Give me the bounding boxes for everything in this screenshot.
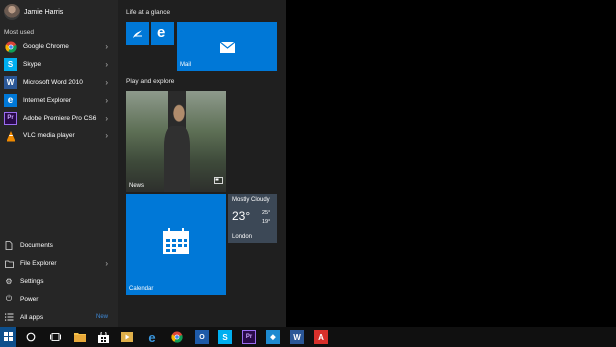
skype-taskbar-icon[interactable]: S <box>218 330 232 344</box>
tile-store-small[interactable] <box>126 22 149 45</box>
chevron-right-icon[interactable]: › <box>105 96 108 105</box>
power-label: Power <box>20 295 39 303</box>
user-account[interactable]: Jamie Harris <box>0 0 118 24</box>
start-menu: Jamie Harris Most used Google Chrome › S… <box>0 0 286 327</box>
most-used-heading: Most used <box>4 29 34 36</box>
file-explorer-label: File Explorer <box>20 260 57 268</box>
documents-item[interactable]: Documents <box>0 237 118 255</box>
user-name: Jamie Harris <box>24 8 64 16</box>
cortana-icon[interactable] <box>24 330 38 344</box>
chevron-right-icon[interactable]: › <box>105 114 108 123</box>
windows-logo-icon <box>3 328 13 346</box>
app-label: VLC media player <box>23 132 75 140</box>
weather-low: 19° <box>262 219 271 225</box>
avatar <box>4 4 20 20</box>
chevron-right-icon[interactable]: › <box>105 42 108 51</box>
news-tile-label: News <box>129 183 145 189</box>
app-item-microsoft-word[interactable]: W Microsoft Word 2010 › <box>0 74 118 92</box>
calendar-tile-label: Calendar <box>129 286 154 292</box>
file-explorer-item[interactable]: File Explorer › <box>0 255 118 273</box>
start-menu-left-column: Jamie Harris Most used Google Chrome › S… <box>0 0 118 327</box>
premiere-icon: Pr <box>4 111 17 125</box>
file-explorer-taskbar-icon[interactable] <box>73 330 87 344</box>
tile-weather[interactable]: Mostly Cloudy 23° 25° 19° London <box>228 194 277 243</box>
chrome-icon <box>4 40 17 53</box>
tile-edge-small[interactable]: e <box>151 22 174 45</box>
chrome-taskbar-icon[interactable] <box>170 330 184 344</box>
store-icon <box>131 27 144 45</box>
settings-label: Settings <box>20 277 44 285</box>
store-taskbar-icon[interactable] <box>96 330 110 344</box>
tile-news[interactable]: News <box>126 91 226 192</box>
skype-icon: S <box>4 58 17 72</box>
folder-icon <box>4 259 14 269</box>
internet-explorer-icon: e <box>4 93 17 107</box>
weather-high: 25° <box>262 210 271 216</box>
word-icon: W <box>4 75 17 89</box>
tile-mail[interactable]: Mail <box>177 22 277 71</box>
weather-temperature: 23° <box>232 209 251 223</box>
word-taskbar-icon[interactable]: W <box>290 330 304 344</box>
weather-location: London <box>232 234 253 240</box>
mail-tile-label: Mail <box>180 62 192 68</box>
mail-icon <box>219 40 236 58</box>
vlc-icon <box>4 129 17 142</box>
weather-high-low: 25° 19° <box>262 209 270 227</box>
app-label: Skype <box>23 61 42 69</box>
power-item[interactable]: ⏻ Power <box>0 290 118 308</box>
chevron-right-icon[interactable]: › <box>105 60 108 69</box>
group-title-life-at-a-glance: Life at a glance <box>126 9 171 16</box>
list-icon <box>4 312 14 322</box>
media-taskbar-icon[interactable] <box>120 330 134 344</box>
news-icon <box>214 171 223 189</box>
news-photo <box>126 91 226 192</box>
app-label: Microsoft Word 2010 <box>23 78 83 86</box>
group-title-play-and-explore: Play and explore <box>126 78 175 85</box>
new-badge: New <box>95 314 108 321</box>
start-button[interactable] <box>0 327 16 347</box>
most-used-list: Google Chrome › S Skype › W Microsoft Wo… <box>0 38 118 145</box>
settings-item[interactable]: ⚙ Settings <box>0 273 118 291</box>
chevron-right-icon[interactable]: › <box>105 259 108 268</box>
edge-taskbar-icon[interactable]: e <box>145 330 159 345</box>
calendar-icon <box>162 227 190 260</box>
gear-icon: ⚙ <box>5 276 13 286</box>
start-bottom-list: Documents File Explorer › ⚙ Settings ⏻ P… <box>0 237 118 326</box>
app-item-adobe-premiere[interactable]: Pr Adobe Premiere Pro CS6 › <box>0 109 118 127</box>
app-item-vlc[interactable]: VLC media player › <box>0 127 118 145</box>
app-taskbar-icon[interactable]: ◆ <box>266 330 280 344</box>
app-label: Adobe Premiere Pro CS6 <box>23 114 97 122</box>
weather-description: Mostly Cloudy <box>232 197 270 203</box>
app-label: Internet Explorer <box>23 96 72 104</box>
app-item-skype[interactable]: S Skype › <box>0 56 118 74</box>
app-item-internet-explorer[interactable]: e Internet Explorer › <box>0 91 118 109</box>
power-icon: ⏻ <box>5 294 13 304</box>
tile-calendar[interactable]: Calendar <box>126 194 226 295</box>
chevron-right-icon[interactable]: › <box>105 131 108 140</box>
taskbar: e O S Pr ◆ W A <box>0 327 616 347</box>
outlook-taskbar-icon[interactable]: O <box>195 330 209 344</box>
edge-icon: e <box>157 24 166 41</box>
all-apps-label: All apps <box>20 313 44 321</box>
premiere-taskbar-icon[interactable]: Pr <box>242 330 256 344</box>
all-apps-item[interactable]: All apps New <box>0 308 118 326</box>
document-icon <box>4 241 14 251</box>
app-item-google-chrome[interactable]: Google Chrome › <box>0 38 118 56</box>
chevron-right-icon[interactable]: › <box>105 78 108 87</box>
documents-label: Documents <box>20 242 53 250</box>
task-view-icon[interactable] <box>48 330 62 344</box>
acrobat-taskbar-icon[interactable]: A <box>314 330 328 344</box>
app-label: Google Chrome <box>23 43 69 51</box>
